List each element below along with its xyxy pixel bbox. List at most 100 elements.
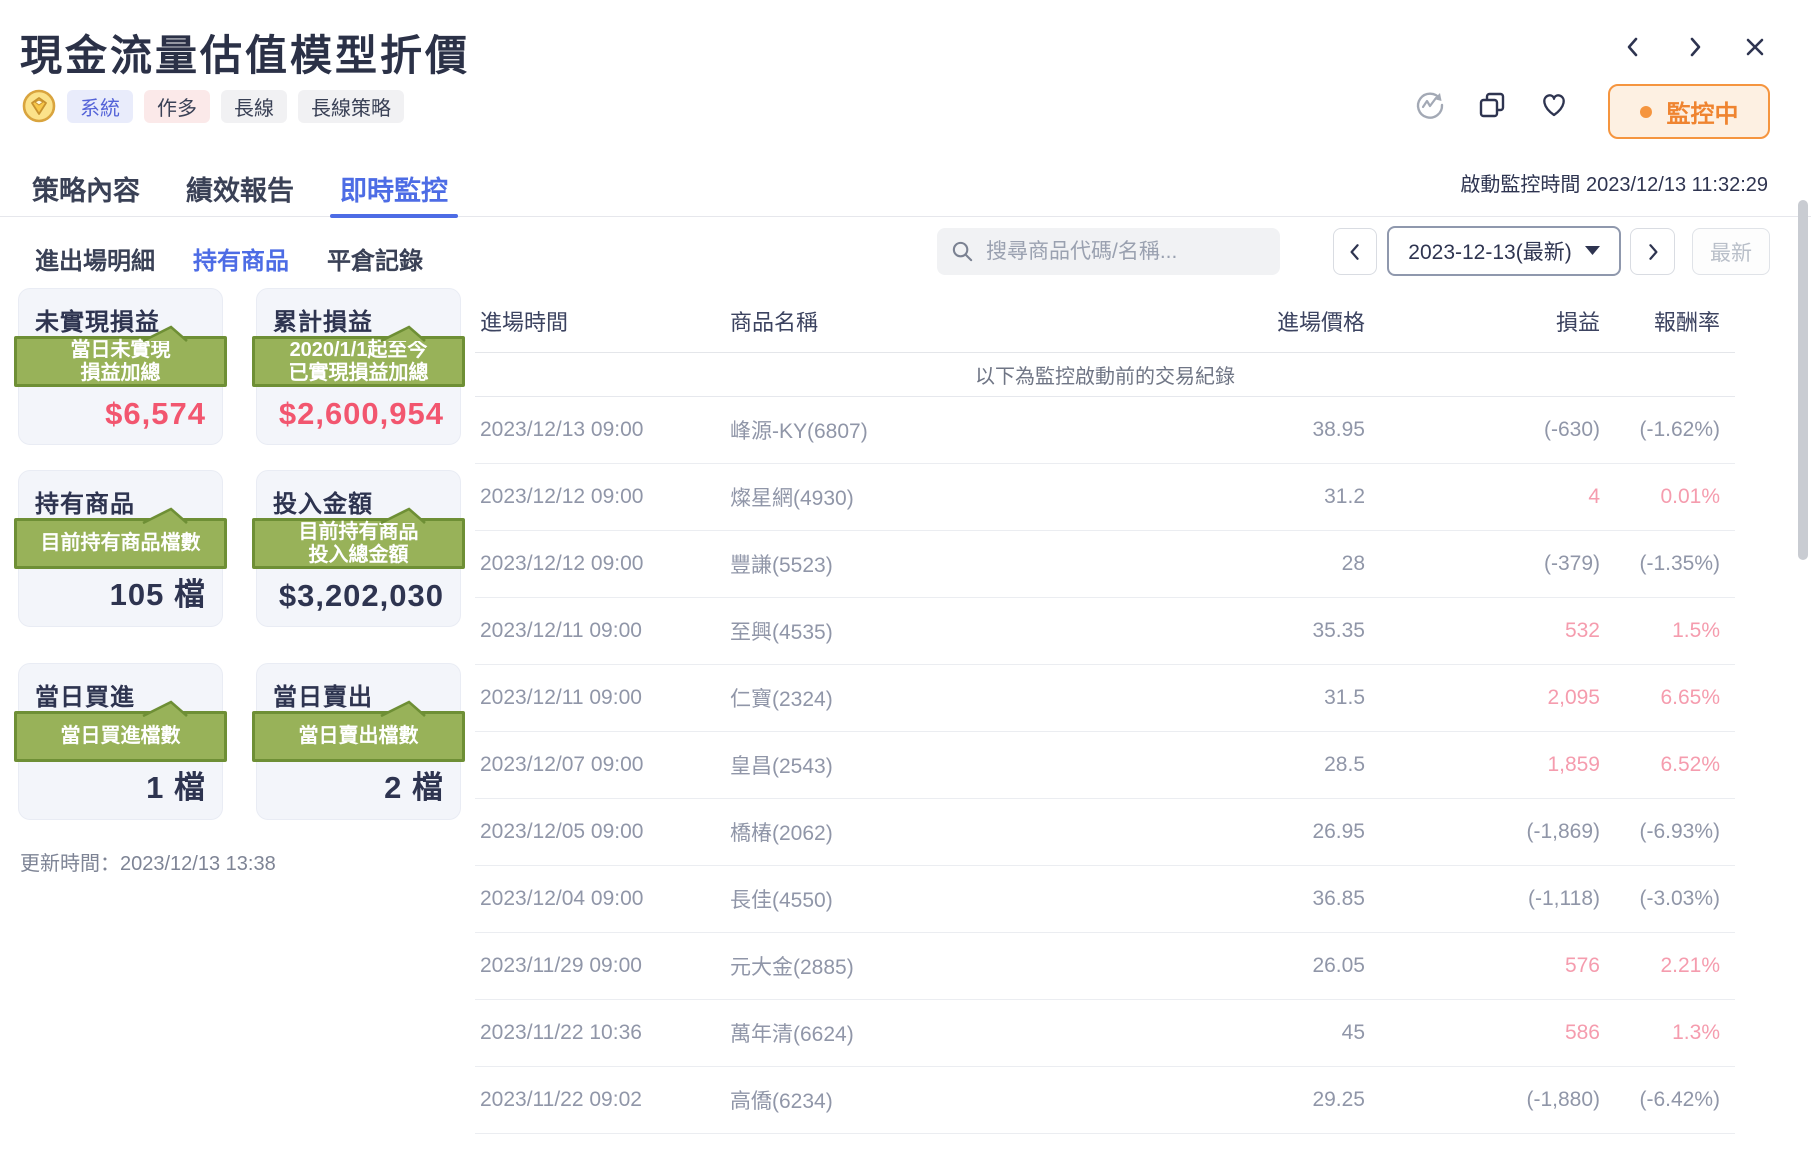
cell-return: (-6.42%) [1600, 1088, 1720, 1112]
card-value: 1 檔 [146, 762, 206, 807]
window-forward-button[interactable] [1680, 32, 1710, 62]
card-value: 105 檔 [110, 569, 206, 614]
summary-card: 未實現損益 當日未實現損益加總 $6,574 [18, 288, 223, 445]
sub-tabs: 進出場明細 持有商品 平倉記錄 [35, 240, 423, 276]
date-next-button[interactable] [1630, 228, 1675, 275]
cell-pnl: 576 [1365, 954, 1600, 978]
card-value: $3,202,030 [279, 578, 444, 614]
update-time: 更新時間：2023/12/13 13:38 [20, 847, 276, 876]
rerun-button[interactable] [1413, 88, 1447, 122]
cell-entry-price: 35.35 [980, 619, 1365, 643]
date-prev-button[interactable] [1333, 228, 1377, 275]
card-tooltip-line: 當日買進檔數 [61, 725, 181, 748]
search-icon [951, 240, 974, 263]
col-pnl: 損益 [1365, 305, 1600, 337]
summary-card: 投入金額 目前持有商品投入總金額 $3,202,030 [256, 470, 461, 627]
summary-card: 當日賣出 當日賣出檔數 2 檔 [256, 663, 461, 820]
window-back-button[interactable] [1618, 32, 1648, 62]
favorite-button[interactable] [1537, 88, 1571, 122]
tooltip-notch-icon [141, 324, 189, 342]
card-value: $2,600,954 [279, 396, 444, 432]
sub-tab[interactable]: 進出場明細 [35, 241, 155, 276]
caret-down-icon [1585, 246, 1600, 256]
card-tooltip-line: 已實現損益加總 [289, 362, 429, 385]
window-close-button[interactable] [1740, 32, 1770, 62]
card-tooltip: 當日賣出檔數 [252, 711, 465, 762]
date-dropdown[interactable]: 2023-12-13(最新) [1387, 226, 1621, 276]
main-tab[interactable]: 策略內容 [32, 160, 140, 216]
cell-entry-time: 2023/12/04 09:00 [475, 887, 730, 911]
col-entry-time: 進場時間 [475, 305, 730, 337]
cell-entry-price: 29.25 [980, 1088, 1365, 1112]
strategy-tag: 系統 [67, 90, 133, 123]
cell-product-name: 峰源-KY(6807) [730, 415, 980, 445]
cell-entry-time: 2023/12/11 09:00 [475, 686, 730, 710]
table-row[interactable]: 2023/12/13 09:00 峰源-KY(6807) 38.95 (-630… [475, 397, 1735, 464]
latest-button[interactable]: 最新 [1692, 228, 1770, 275]
strategy-monitor-window: 現金流量估值模型折價 系統作多長線長線策略 [0, 0, 1811, 1162]
table-row[interactable]: 2023/12/05 09:00 橋椿(2062) 26.95 (-1,869)… [475, 799, 1735, 866]
sub-tab[interactable]: 平倉記錄 [327, 241, 423, 276]
cell-product-name: 萬年清(6624) [730, 1018, 980, 1048]
table-row[interactable]: 2023/12/11 09:00 仁寶(2324) 31.5 2,095 6.6… [475, 665, 1735, 732]
cell-entry-time: 2023/12/11 09:00 [475, 619, 730, 643]
cell-entry-time: 2023/12/05 09:00 [475, 820, 730, 844]
strategy-tags: 系統作多長線長線策略 [22, 89, 404, 123]
table-row[interactable]: 2023/12/12 09:00 豐謙(5523) 28 (-379) (-1.… [475, 531, 1735, 598]
cell-return: 1.3% [1600, 1021, 1720, 1045]
cell-product-name: 長佳(4550) [730, 884, 980, 914]
table-row[interactable]: 2023/11/22 09:02 高僑(6234) 29.25 (-1,880)… [475, 1067, 1735, 1134]
table-row[interactable]: 2023/12/11 09:00 至興(4535) 35.35 532 1.5% [475, 598, 1735, 665]
table-row[interactable]: 2023/12/12 09:00 燦星網(4930) 31.2 4 0.01% [475, 464, 1735, 531]
vertical-scrollbar[interactable] [1798, 200, 1808, 560]
main-tab[interactable]: 績效報告 [186, 160, 294, 216]
close-icon [1742, 34, 1768, 60]
cell-entry-time: 2023/12/12 09:00 [475, 552, 730, 576]
cell-pnl: 2,095 [1365, 686, 1600, 710]
holdings-table: 進場時間 商品名稱 進場價格 損益 報酬率 以下為監控啟動前的交易紀錄 2023… [475, 289, 1735, 1134]
copy-icon [1476, 89, 1508, 121]
tooltip-notch-icon [141, 699, 189, 717]
col-product-name: 商品名稱 [730, 305, 980, 337]
card-title: 累計損益 [273, 302, 373, 337]
cell-entry-price: 38.95 [980, 418, 1365, 442]
search-box[interactable] [937, 228, 1280, 275]
card-title: 投入金額 [273, 484, 373, 519]
monitoring-status-button[interactable]: 監控中 [1608, 84, 1770, 139]
sub-tab[interactable]: 持有商品 [193, 241, 289, 276]
summary-card: 當日買進 當日買進檔數 1 檔 [18, 663, 223, 820]
cell-entry-price: 31.5 [980, 686, 1365, 710]
cell-entry-time: 2023/12/07 09:00 [475, 753, 730, 777]
table-row[interactable]: 2023/11/29 09:00 元大金(2885) 26.05 576 2.2… [475, 933, 1735, 1000]
cell-entry-price: 45 [980, 1021, 1365, 1045]
chevron-right-icon [1682, 34, 1708, 60]
card-title: 持有商品 [35, 484, 135, 519]
table-row[interactable]: 2023/11/22 10:36 萬年清(6624) 45 586 1.3% [475, 1000, 1735, 1067]
main-tab[interactable]: 即時監控 [340, 160, 448, 216]
cell-entry-time: 2023/11/22 09:02 [475, 1088, 730, 1112]
card-tooltip: 目前持有商品檔數 [14, 518, 227, 569]
cell-pnl: (-379) [1365, 552, 1600, 576]
table-row[interactable]: 2023/12/04 09:00 長佳(4550) 36.85 (-1,118)… [475, 866, 1735, 933]
cell-pnl: (-630) [1365, 418, 1600, 442]
cell-pnl: 4 [1365, 485, 1600, 509]
search-input[interactable] [984, 239, 1266, 265]
date-dropdown-value: 2023-12-13(最新) [1408, 236, 1571, 266]
cell-entry-price: 26.95 [980, 820, 1365, 844]
col-return: 報酬率 [1600, 305, 1720, 337]
table-row[interactable]: 2023/12/07 09:00 皇昌(2543) 28.5 1,859 6.5… [475, 732, 1735, 799]
cell-pnl: (-1,880) [1365, 1088, 1600, 1112]
cell-return: 0.01% [1600, 485, 1720, 509]
card-tooltip-line: 損益加總 [81, 362, 161, 385]
cell-entry-time: 2023/12/13 09:00 [475, 418, 730, 442]
monitoring-dot-icon [1640, 106, 1652, 118]
copy-button[interactable] [1475, 88, 1509, 122]
monitor-start-time: 啟動監控時間 2023/12/13 11:32:29 [1460, 168, 1768, 197]
summary-card: 累計損益 2020/1/1起至今已實現損益加總 $2,600,954 [256, 288, 461, 445]
table-body: 2023/12/13 09:00 峰源-KY(6807) 38.95 (-630… [475, 397, 1735, 1134]
card-tooltip: 目前持有商品投入總金額 [252, 518, 465, 569]
cell-pnl: 586 [1365, 1021, 1600, 1045]
cell-pnl: 532 [1365, 619, 1600, 643]
cell-product-name: 元大金(2885) [730, 951, 980, 981]
card-title: 當日賣出 [273, 677, 373, 712]
